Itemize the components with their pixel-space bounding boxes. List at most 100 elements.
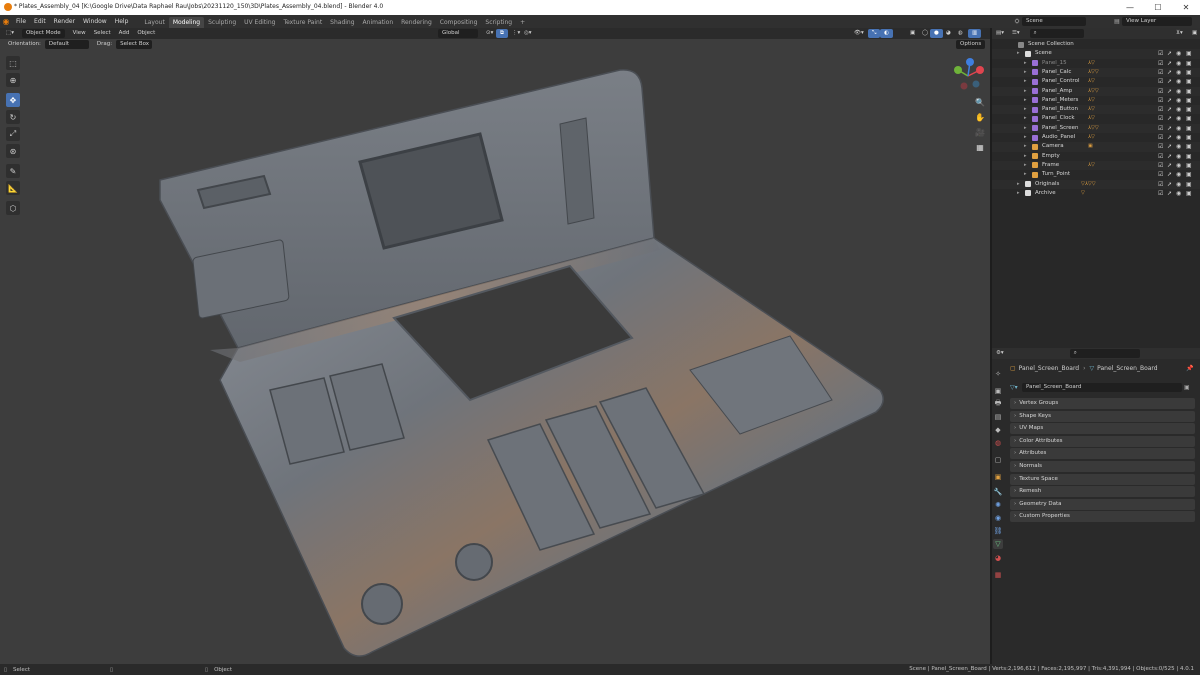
properties-section[interactable]: › Custom Properties bbox=[1010, 511, 1195, 523]
pan-hand-icon[interactable]: ✋ bbox=[974, 111, 986, 123]
select-arrow-icon[interactable]: ➚ bbox=[1167, 181, 1172, 188]
select-arrow-icon[interactable]: ➚ bbox=[1167, 78, 1172, 85]
camera-view-icon[interactable]: 🎥 bbox=[974, 126, 986, 138]
physics-tab-icon[interactable]: ◉ bbox=[993, 513, 1003, 523]
eye-icon[interactable]: ◉ bbox=[1176, 106, 1181, 113]
view-layer-name-field[interactable]: View Layer bbox=[1122, 17, 1192, 26]
outliner-filter-icon[interactable]: ☰▾ bbox=[1008, 29, 1024, 38]
camera-render-icon[interactable]: ▣ bbox=[1186, 106, 1192, 113]
editor-type-icon[interactable]: ⬚▾ bbox=[2, 29, 18, 38]
camera-render-icon[interactable]: ▣ bbox=[1186, 125, 1192, 132]
orientation-dropdown[interactable]: Default bbox=[44, 40, 89, 49]
mesh-name-field[interactable]: Panel_Screen_Board bbox=[1022, 382, 1182, 392]
tab-modeling[interactable]: Modeling bbox=[168, 16, 205, 28]
checkbox-icon[interactable]: ☑ bbox=[1158, 125, 1163, 132]
camera-render-icon[interactable]: ▣ bbox=[1186, 88, 1192, 95]
outliner-row[interactable]: ▸ Turn_Point ☑ ➚ ◉ ▣ bbox=[992, 170, 1200, 179]
select-arrow-icon[interactable]: ➚ bbox=[1167, 115, 1172, 122]
outliner-row[interactable]: ▸ Panel_Meters ⅄▽ ☑ ➚ ◉ ▣ bbox=[992, 96, 1200, 105]
outliner-funnel-icon[interactable]: ⊻▾ bbox=[1172, 29, 1187, 38]
expand-arrow-icon[interactable]: ▸ bbox=[1024, 106, 1027, 112]
checkbox-icon[interactable]: ☑ bbox=[1158, 153, 1163, 160]
properties-section[interactable]: › Texture Space bbox=[1010, 473, 1195, 485]
outliner-row[interactable]: ▸ Scene ☑ ➚ ◉ ▣ bbox=[992, 49, 1200, 59]
camera-render-icon[interactable]: ▣ bbox=[1186, 134, 1192, 141]
checkbox-icon[interactable]: ☑ bbox=[1158, 60, 1163, 67]
fake-user-icon[interactable]: ▣ bbox=[1184, 384, 1190, 391]
checkbox-icon[interactable]: ☑ bbox=[1158, 190, 1163, 197]
expand-arrow-icon[interactable]: ▸ bbox=[1024, 115, 1027, 121]
mode-dropdown[interactable]: Object Mode bbox=[21, 29, 65, 38]
camera-render-icon[interactable]: ▣ bbox=[1186, 153, 1192, 160]
checkbox-icon[interactable]: ☑ bbox=[1158, 134, 1163, 141]
properties-search-input[interactable]: ⌕ bbox=[1069, 349, 1140, 358]
eye-icon[interactable]: ◉ bbox=[1176, 190, 1181, 197]
outliner-row[interactable]: ▸ Empty ☑ ➚ ◉ ▣ bbox=[992, 152, 1200, 161]
menu-edit[interactable]: Edit bbox=[30, 15, 50, 28]
collection-tab-icon[interactable]: ▢ bbox=[993, 455, 1003, 465]
editor-layout-icon[interactable]: ▥ bbox=[968, 29, 982, 38]
shading-material-icon[interactable]: ◕ bbox=[942, 29, 955, 38]
properties-section[interactable]: › Remesh bbox=[1010, 486, 1195, 498]
view-layer-selector[interactable]: ▤ View Layer bbox=[1112, 17, 1192, 26]
render-tab-icon[interactable]: ▣ bbox=[993, 386, 1003, 396]
data-tab-icon[interactable]: ▽ bbox=[993, 539, 1003, 549]
minimize-button[interactable]: — bbox=[1116, 0, 1144, 15]
outliner-row[interactable]: ▸ Panel_Calc ⅄▽▽ ☑ ➚ ◉ ▣ bbox=[992, 67, 1200, 78]
eye-icon[interactable]: ◉ bbox=[1176, 143, 1181, 150]
camera-render-icon[interactable]: ▣ bbox=[1186, 50, 1192, 57]
expand-arrow-icon[interactable]: ▸ bbox=[1024, 143, 1027, 149]
camera-render-icon[interactable]: ▣ bbox=[1186, 78, 1192, 85]
eye-icon[interactable]: ◉ bbox=[1176, 115, 1181, 122]
menu-render[interactable]: Render bbox=[50, 15, 79, 28]
expand-arrow-icon[interactable]: ▸ bbox=[1024, 69, 1027, 75]
properties-section[interactable]: › UV Maps bbox=[1010, 423, 1195, 435]
camera-render-icon[interactable]: ▣ bbox=[1186, 181, 1192, 188]
tab-sculpting[interactable]: Sculpting bbox=[204, 17, 240, 28]
checkbox-icon[interactable]: ☑ bbox=[1158, 50, 1163, 57]
outliner-row[interactable]: ▸ Audio_Panel ⅄▽ ☑ ➚ ◉ ▣ bbox=[992, 133, 1200, 142]
eye-icon[interactable]: ◉ bbox=[1176, 181, 1181, 188]
select-arrow-icon[interactable]: ➚ bbox=[1167, 134, 1172, 141]
add-workspace-button[interactable]: + bbox=[516, 17, 529, 28]
outliner-row[interactable]: ▸ Panel_Clock ⅄▽ ☑ ➚ ◉ ▣ bbox=[992, 114, 1200, 123]
outliner-row[interactable]: ▸ Camera ▣ ☑ ➚ ◉ ▣ bbox=[992, 142, 1200, 152]
tab-rendering[interactable]: Rendering bbox=[397, 17, 436, 28]
tool-tab-icon[interactable]: ✧ bbox=[993, 369, 1003, 379]
outliner-row[interactable]: ▸ Originals ▽⅄▽▽ ☑ ➚ ◉ ▣ bbox=[992, 179, 1200, 189]
eye-icon[interactable]: ◉ bbox=[1176, 60, 1181, 67]
eye-icon[interactable]: ◉ bbox=[1176, 125, 1181, 132]
menu-add[interactable]: Add bbox=[115, 29, 134, 38]
eye-icon[interactable]: ◉ bbox=[1176, 162, 1181, 169]
select-arrow-icon[interactable]: ➚ bbox=[1167, 190, 1172, 197]
navigation-gizmo[interactable] bbox=[950, 58, 986, 94]
shading-rendered-icon[interactable]: ◍ bbox=[954, 29, 967, 38]
drag-dropdown[interactable]: Select Box bbox=[116, 40, 153, 49]
checkbox-icon[interactable]: ☑ bbox=[1158, 69, 1163, 76]
select-arrow-icon[interactable]: ➚ bbox=[1167, 50, 1172, 57]
checkbox-icon[interactable]: ☑ bbox=[1158, 181, 1163, 188]
expand-arrow-icon[interactable]: ▸ bbox=[1024, 97, 1027, 103]
properties-section[interactable]: › Attributes bbox=[1010, 448, 1195, 460]
expand-arrow-icon[interactable]: ▸ bbox=[1017, 181, 1020, 187]
outliner-search-input[interactable]: ⌕ bbox=[1029, 29, 1084, 38]
ortho-grid-icon[interactable]: ▦ bbox=[974, 141, 986, 153]
select-arrow-icon[interactable]: ➚ bbox=[1167, 69, 1172, 76]
world-tab-icon[interactable]: ◍ bbox=[993, 438, 1003, 448]
expand-arrow-icon[interactable]: ▸ bbox=[1024, 134, 1027, 140]
eye-icon[interactable]: ◉ bbox=[1176, 88, 1181, 95]
gizmo-toggle-icon[interactable]: ⤡ bbox=[868, 29, 881, 38]
scene-tab-icon[interactable]: ◆ bbox=[993, 425, 1003, 435]
select-arrow-icon[interactable]: ➚ bbox=[1167, 162, 1172, 169]
expand-arrow-icon[interactable]: ▸ bbox=[1024, 162, 1027, 168]
camera-render-icon[interactable]: ▣ bbox=[1186, 190, 1192, 197]
select-arrow-icon[interactable]: ➚ bbox=[1167, 171, 1172, 178]
eye-icon[interactable]: ◉ bbox=[1176, 134, 1181, 141]
shading-solid-icon[interactable]: ● bbox=[930, 29, 943, 38]
expand-arrow-icon[interactable]: ▸ bbox=[1024, 153, 1027, 159]
expand-arrow-icon[interactable]: ▸ bbox=[1017, 50, 1020, 56]
zoom-icon[interactable]: 🔍 bbox=[974, 96, 986, 108]
control-panel-model[interactable] bbox=[0, 50, 990, 664]
properties-section[interactable]: › Color Attributes bbox=[1010, 435, 1195, 447]
camera-render-icon[interactable]: ▣ bbox=[1186, 69, 1192, 76]
